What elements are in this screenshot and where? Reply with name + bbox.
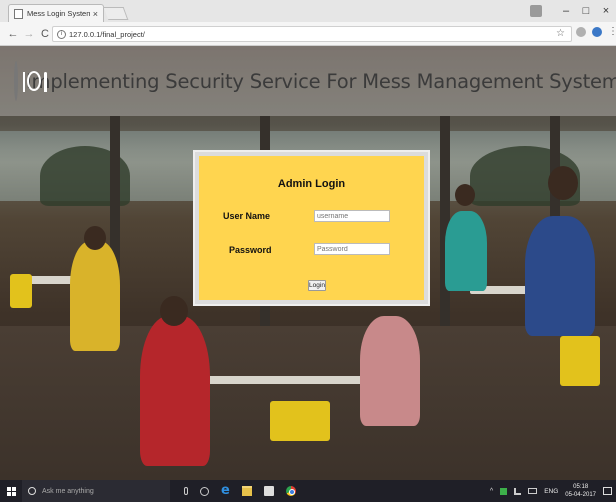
username-label: User Name (223, 211, 271, 221)
background-person-head (84, 226, 106, 250)
password-label: Password (229, 245, 272, 255)
page-icon (14, 8, 23, 19)
keyboard-icon[interactable] (528, 488, 538, 494)
browser-tab-strip: Mess Login System × – □ × (0, 0, 616, 22)
store-icon[interactable] (263, 486, 274, 496)
new-tab-button[interactable] (103, 7, 129, 20)
network-icon[interactable] (514, 487, 522, 495)
background-person (360, 316, 420, 426)
profile-icon[interactable] (530, 5, 542, 17)
browser-tab[interactable]: Mess Login System × (8, 4, 104, 22)
clock-date: 05-04-2017 (565, 492, 596, 498)
file-explorer-icon[interactable] (241, 486, 252, 496)
site-info-icon[interactable]: i (57, 29, 66, 39)
background-chair (270, 401, 330, 441)
background-chair (560, 336, 600, 386)
notifications-icon[interactable] (603, 487, 612, 495)
reload-button[interactable]: C (38, 28, 52, 40)
show-hidden-icons[interactable]: ^ (490, 488, 493, 495)
background-person (525, 216, 595, 336)
username-input[interactable] (314, 210, 390, 222)
app-tray-icon[interactable] (500, 487, 508, 495)
bookmark-star-icon[interactable]: ☆ (556, 28, 565, 39)
background-person-head (160, 296, 188, 326)
browser-toolbar: ← → C i 127.0.0.1/final_project/ ☆ ⋮ (0, 22, 616, 46)
windows-start-icon[interactable] (0, 480, 22, 502)
taskbar-apps: e (184, 484, 296, 497)
back-button[interactable]: ← (6, 28, 20, 40)
cortana-icon (28, 487, 36, 495)
login-title: Admin Login (277, 178, 346, 190)
minimize-button[interactable]: – (556, 5, 576, 17)
site-title: Implementing Security Service For Mess M… (26, 69, 616, 93)
window-controls: – □ × (530, 0, 616, 22)
extension-icon[interactable] (576, 27, 586, 37)
system-tray: ^ ENG 05:18 05-04-2017 (490, 480, 616, 502)
taskbar-clock[interactable]: 05:18 05-04-2017 (565, 483, 596, 499)
taskbar: Ask me anything e ^ ENG 05:18 05-04-2017 (0, 480, 616, 502)
close-tab-icon[interactable]: × (93, 9, 98, 19)
taskbar-search[interactable]: Ask me anything (22, 480, 170, 502)
login-form: Admin Login User Name Password Login (199, 156, 424, 300)
edge-browser-icon[interactable]: e (221, 484, 230, 497)
login-button[interactable]: Login (308, 280, 326, 291)
language-indicator[interactable]: ENG (544, 488, 558, 495)
toolbar-extensions: ⋮ (576, 27, 616, 37)
tab-title: Mess Login System (27, 9, 90, 18)
maximize-button[interactable]: □ (576, 5, 596, 17)
login-panel: Admin Login User Name Password Login (193, 150, 430, 306)
extension-icon[interactable] (592, 27, 602, 37)
site-header: Implementing Security Service For Mess M… (0, 46, 616, 116)
background-person-head (455, 184, 475, 206)
chrome-icon[interactable] (285, 486, 296, 496)
microphone-icon[interactable] (184, 487, 188, 495)
clock-time: 05:18 (573, 484, 589, 490)
background-chair (10, 274, 32, 308)
background-person-head (548, 166, 578, 200)
mess-logo-icon (14, 61, 47, 101)
url-text[interactable]: 127.0.0.1/final_project/ (69, 30, 145, 39)
password-input[interactable] (314, 243, 390, 255)
background-person (445, 211, 487, 291)
task-view-icon[interactable] (200, 486, 209, 496)
background-person (140, 316, 210, 466)
close-window-button[interactable]: × (596, 5, 616, 17)
address-bar[interactable]: i 127.0.0.1/final_project/ ☆ (52, 26, 572, 42)
background-person (70, 241, 120, 351)
browser-menu-icon[interactable]: ⋮ (608, 27, 616, 37)
taskbar-search-placeholder: Ask me anything (42, 487, 94, 495)
page-viewport: Implementing Security Service For Mess M… (0, 46, 616, 480)
forward-button[interactable]: → (22, 28, 36, 40)
